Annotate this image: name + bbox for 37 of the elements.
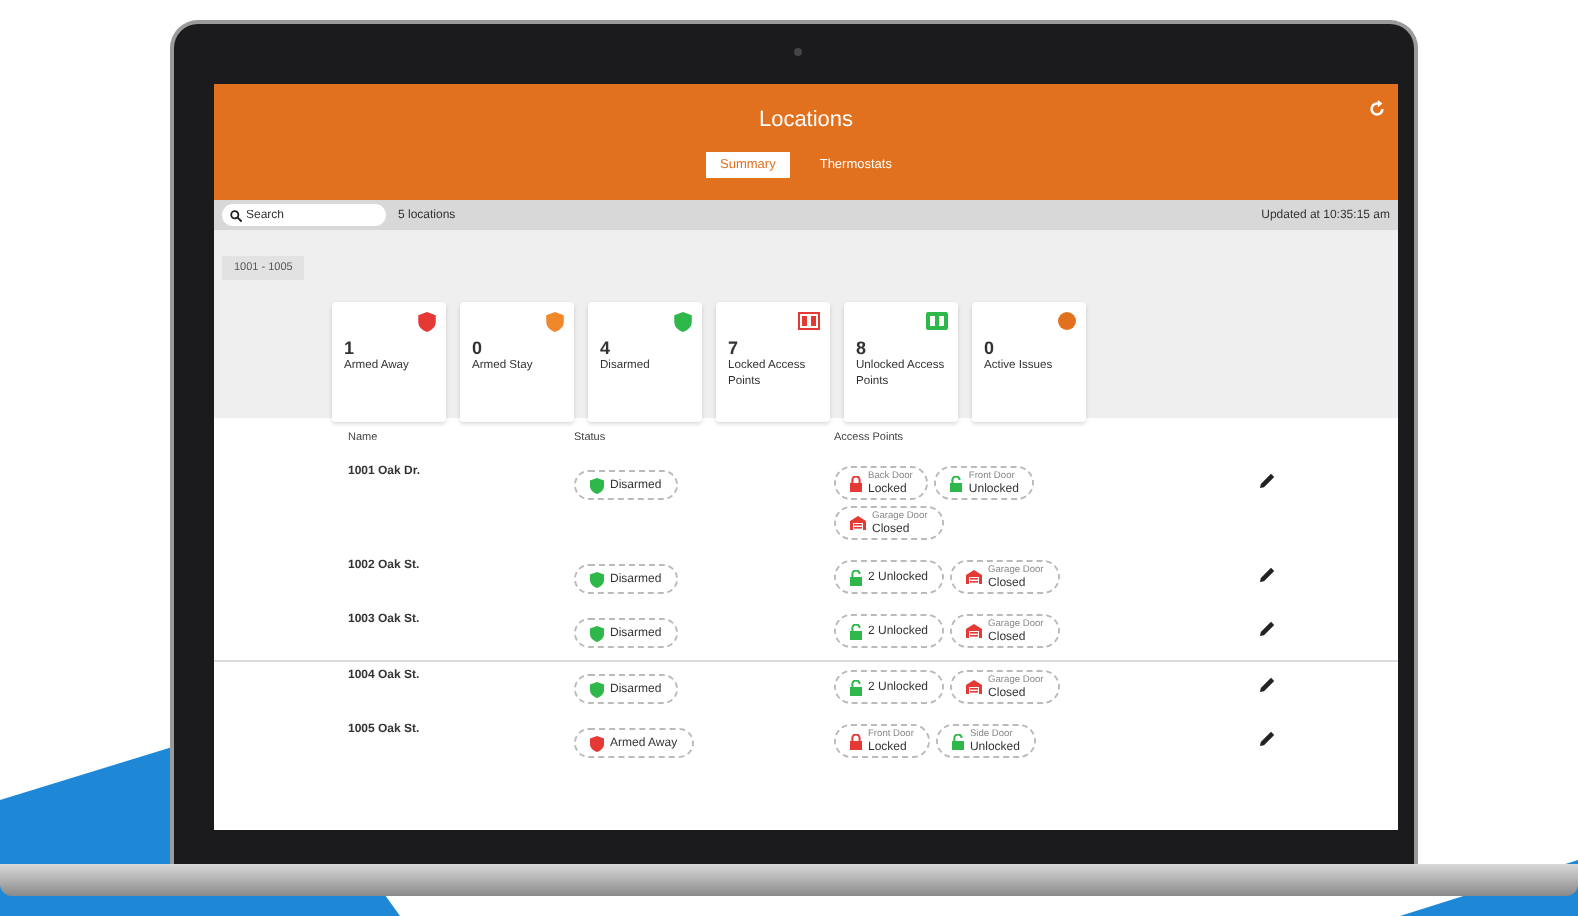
edit-pencil-icon[interactable]	[1260, 730, 1276, 746]
garage-icon	[966, 680, 983, 694]
edit-pencil-icon[interactable]	[1260, 472, 1276, 488]
garage-icon	[850, 516, 866, 530]
garage-icon	[966, 570, 983, 584]
card-count: 0	[984, 338, 997, 358]
shield-icon	[590, 681, 604, 697]
card-count: 8	[856, 338, 869, 358]
door-icon	[926, 312, 948, 330]
open-lock-icon	[951, 733, 964, 749]
open-lock-icon	[850, 679, 862, 695]
camera-dot	[794, 48, 802, 56]
lock-icon	[850, 733, 862, 749]
edit-pencil-icon[interactable]	[1260, 566, 1276, 582]
shield-icon	[674, 312, 692, 332]
shield-icon	[590, 571, 604, 587]
shield-icon	[418, 312, 436, 332]
card-count: 1	[344, 338, 357, 358]
search-icon	[230, 209, 242, 221]
shield-icon	[546, 312, 564, 332]
open-lock-icon	[950, 475, 963, 491]
page-title: Locations	[758, 108, 854, 132]
garage-icon	[966, 624, 983, 638]
circle-icon	[1058, 312, 1076, 330]
lock-icon	[850, 475, 862, 491]
shield-icon	[590, 477, 604, 493]
refresh-icon[interactable]	[1368, 100, 1386, 118]
open-lock-icon	[850, 569, 862, 585]
shield-icon	[590, 625, 604, 641]
card-count: 0	[472, 338, 485, 358]
edit-pencil-icon[interactable]	[1260, 620, 1276, 636]
shield-icon	[590, 735, 604, 751]
card-count: 4	[600, 338, 613, 358]
door-icon	[798, 312, 820, 330]
card-count: 7	[728, 338, 741, 358]
open-lock-icon	[850, 623, 862, 639]
edit-pencil-icon[interactable]	[1260, 676, 1276, 692]
